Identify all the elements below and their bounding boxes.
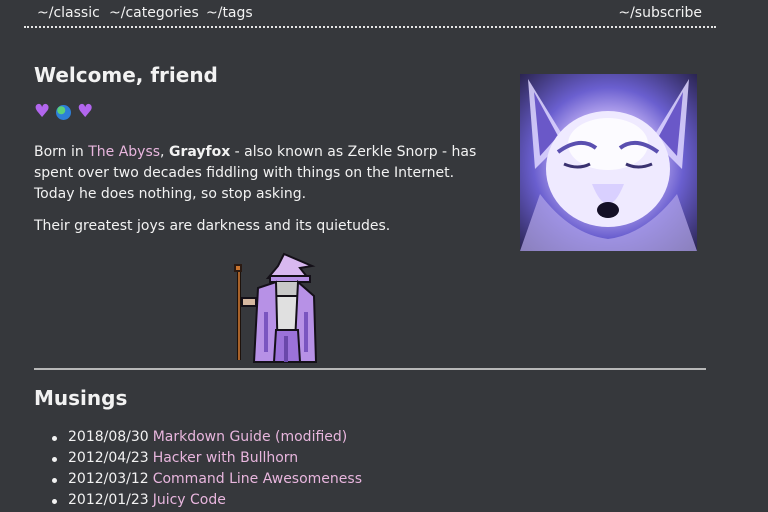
nav-subscribe-link[interactable]: ~/subscribe	[618, 5, 702, 21]
post-date: 2012/03/12	[68, 471, 149, 487]
grayfox-name: Grayfox	[168, 144, 231, 160]
nav-tags-link[interactable]: ~/tags	[206, 5, 253, 21]
post-link[interactable]: Juicy Code	[153, 492, 226, 508]
bio-born-text: Born in	[34, 144, 89, 160]
post-link[interactable]: Hacker with Bullhorn	[153, 450, 298, 466]
post-link[interactable]: Command Line Awesomeness	[153, 471, 362, 487]
musings-title: Musings	[34, 386, 128, 410]
list-item: 2012/03/12 Command Line Awesomeness	[50, 469, 362, 490]
post-date: 2012/01/23	[68, 492, 149, 508]
bio-paragraph: Born in The Abyss, Grayfox - also known …	[34, 142, 494, 205]
fox-face-drawing	[520, 79, 697, 251]
fox-portrait-image	[520, 74, 697, 251]
the-abyss-link[interactable]: The Abyss	[88, 144, 160, 160]
nav-classic-link[interactable]: ~/classic	[37, 5, 100, 21]
welcome-title: Welcome, friend	[34, 63, 218, 87]
joys-paragraph: Their greatest joys are darkness and its…	[34, 218, 391, 234]
post-date: 2018/08/30	[68, 429, 149, 445]
list-item: 2012/01/23 Juicy Code	[50, 490, 362, 511]
nav-categories-link[interactable]: ~/categories	[109, 5, 199, 21]
purple-heart-icon: ♥	[34, 101, 51, 122]
bio-comma-text: ,	[160, 144, 169, 160]
emoji-row: ♥ ♥	[34, 103, 93, 121]
top-nav: ~/classic ~/categories ~/tags ~/subscrib…	[24, 0, 716, 28]
musings-list: 2018/08/30 Markdown Guide (modified) 2012…	[50, 427, 362, 511]
post-link[interactable]: Markdown Guide (modified)	[153, 429, 348, 445]
globe-icon	[56, 105, 72, 120]
list-item: 2012/04/23 Hacker with Bullhorn	[50, 448, 362, 469]
pixel-wizard-image	[234, 252, 318, 363]
section-divider	[34, 368, 706, 370]
post-date: 2012/04/23	[68, 450, 149, 466]
purple-heart-icon: ♥	[77, 101, 94, 122]
list-item: 2018/08/30 Markdown Guide (modified)	[50, 427, 362, 448]
